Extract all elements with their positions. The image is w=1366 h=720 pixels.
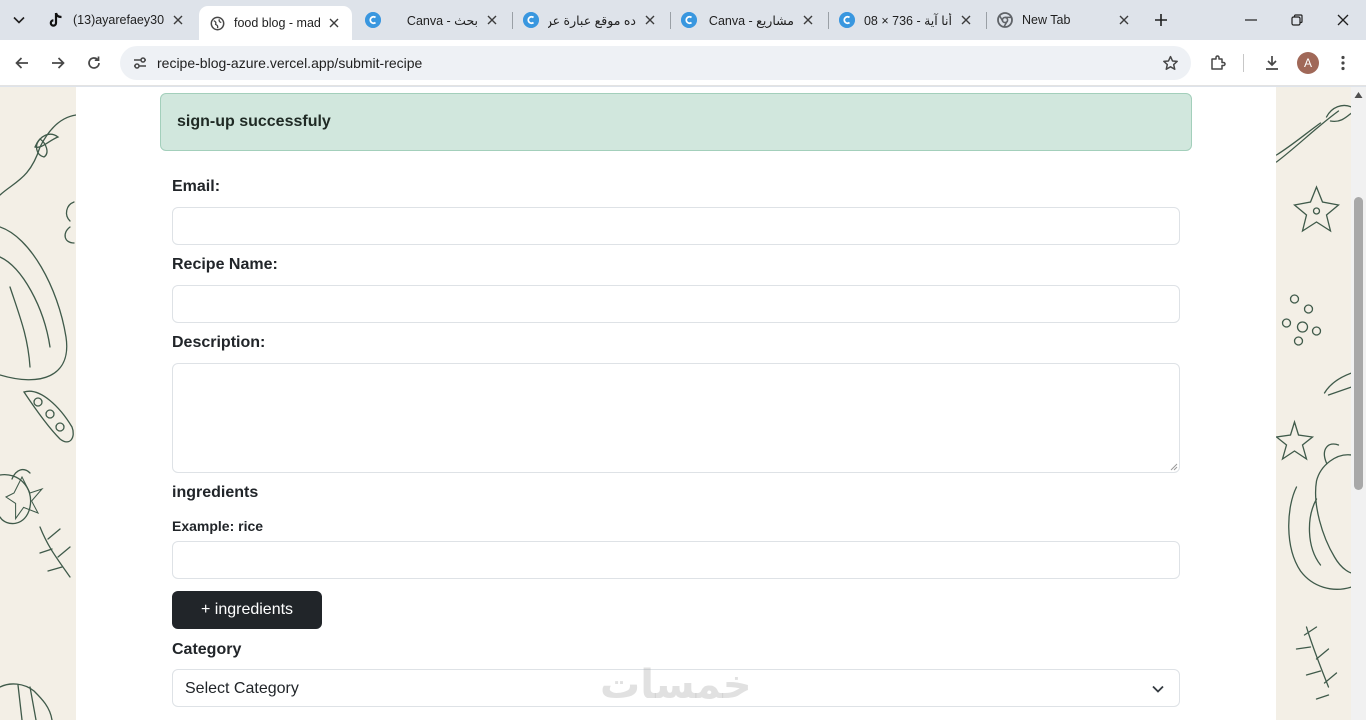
close-icon [1337,14,1349,26]
globe-icon [209,15,225,31]
reload-icon [88,56,100,69]
add-ingredient-button[interactable]: + ingredients [172,591,322,629]
close-icon[interactable] [642,12,658,28]
restore-button[interactable] [1274,0,1320,40]
close-window-button[interactable] [1320,0,1366,40]
chevron-down-icon [1152,685,1164,693]
minimize-icon [1245,19,1257,21]
extensions-button[interactable] [1204,49,1232,77]
chevron-down-icon [13,16,25,24]
tab-food-blog[interactable]: food blog - made [199,6,352,40]
url-text: recipe-blog-azure.vercel.app/submit-reci… [157,55,423,71]
success-alert: sign-up successfuly [160,93,1192,151]
khamsat-watermark: خمسات [600,662,752,708]
close-icon[interactable] [326,15,342,31]
tab-title: New Tab [1022,13,1071,27]
alert-message: sign-up successfuly [177,113,331,130]
tab-title: أنا آية - 736 × 08 [864,13,952,28]
canva-icon [365,12,381,28]
tab-canva-search[interactable]: بحث - Canva [355,7,510,33]
close-icon[interactable] [170,12,186,28]
description-label: Description: [172,334,266,351]
tab-title: مشاريع - Canva [708,13,794,28]
tab-title: بحث - Canva [406,13,478,28]
email-field[interactable] [172,207,1180,245]
more-vertical-icon [1341,55,1345,71]
page-container: sign-up successfuly Email: Recipe Name: … [76,87,1276,720]
profile-avatar[interactable]: A [1297,52,1319,74]
forward-button[interactable] [44,49,72,77]
page-viewport: sign-up successfuly Email: Recipe Name: … [0,87,1351,720]
page-scrollbar[interactable] [1351,87,1366,720]
ingredients-example-label: Example: rice [172,518,264,534]
tab-title: food blog - made [234,16,320,30]
email-label: Email: [172,178,221,195]
new-tab-button[interactable] [1150,9,1172,31]
resize-grip-icon[interactable] [1168,461,1178,471]
close-icon[interactable] [484,12,500,28]
site-info-button[interactable] [126,49,154,77]
reload-button[interactable] [80,49,108,77]
back-button[interactable] [8,49,36,77]
tune-icon [134,57,146,69]
chrome-icon [997,12,1013,28]
download-icon [1266,56,1278,70]
category-selected-value: Select Category [185,680,299,697]
address-bar[interactable]: recipe-blog-azure.vercel.app/submit-reci… [120,46,1191,80]
recipe-name-field[interactable] [172,285,1180,323]
downloads-button[interactable] [1258,49,1286,77]
tiktok-icon [48,12,64,28]
tab-canva-design[interactable]: أنا آية - 736 × 08 [829,7,984,33]
tab-new-tab[interactable]: New Tab [987,7,1142,33]
category-label: Category [172,641,242,658]
ingredients-heading: ingredients [172,484,259,501]
browser-toolbar: recipe-blog-azure.vercel.app/submit-reci… [0,40,1366,86]
tab-canva-site[interactable]: ده موقع عبارة عن [513,7,668,33]
puzzle-icon [1211,55,1226,70]
ingredient-input[interactable] [172,541,1180,579]
tab-title: ده موقع عبارة عن [548,13,636,28]
close-icon[interactable] [958,12,974,28]
plus-icon [1155,14,1167,26]
star-icon [1162,55,1178,70]
restore-icon [1291,14,1303,26]
scroll-up-arrow-icon[interactable] [1354,91,1363,99]
canva-icon [839,12,855,28]
minimize-button[interactable] [1228,0,1274,40]
vegetable-doodle-right [1276,104,1351,700]
vegetable-doodle-left [0,114,76,720]
close-icon[interactable] [1116,12,1132,28]
canva-icon [523,12,539,28]
arrow-right-icon [52,57,65,69]
tab-strip: (13)ayarefaey30 food blog - made بحث - C… [0,0,1366,40]
canva-icon [681,12,697,28]
tab-canva-projects[interactable]: مشاريع - Canva [671,7,826,33]
recipe-name-label: Recipe Name: [172,256,278,273]
scrollbar-thumb[interactable] [1354,197,1363,490]
tab-tiktok[interactable]: (13)ayarefaey30 [38,7,196,33]
description-textarea[interactable] [172,363,1180,473]
close-icon[interactable] [800,12,816,28]
tab-title: (13)ayarefaey30 [73,13,164,27]
arrow-left-icon [15,57,28,69]
browser-menu-button[interactable] [1333,49,1353,77]
tab-search-button[interactable] [6,8,32,32]
bookmark-button[interactable] [1159,52,1181,74]
toolbar-divider [1243,54,1244,72]
